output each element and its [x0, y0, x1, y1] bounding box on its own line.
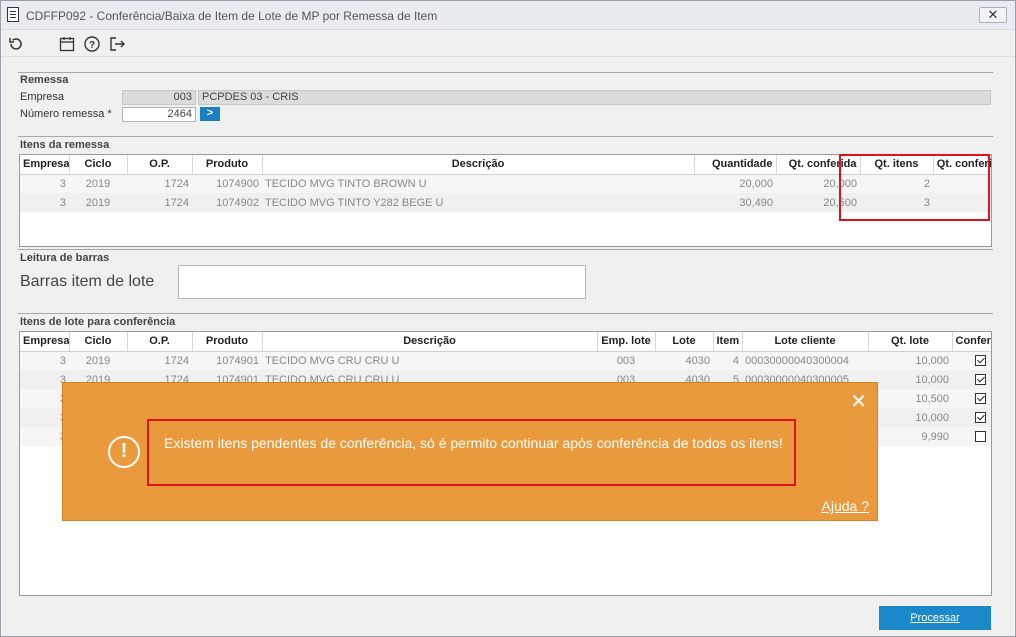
cell: 1724 [127, 351, 192, 370]
cell: 2019 [69, 351, 127, 370]
column-header[interactable]: Produto [192, 155, 263, 175]
barras-label: Barras item de lote [20, 273, 155, 290]
numero-remessa-input[interactable]: 2464 [122, 107, 196, 122]
cell: 3 [20, 174, 69, 193]
column-header[interactable]: Descrição [262, 155, 695, 175]
cell: 3 [20, 193, 69, 212]
divider [18, 72, 993, 73]
cell: TECIDO MVG CRU CRU U [262, 351, 597, 370]
window-title: CDFFP092 - Conferência/Baixa de Item de … [26, 9, 438, 23]
cell: TECIDO MVG TINTO Y282 BEGE U [262, 193, 694, 212]
toolbar: ? [1, 31, 1015, 57]
cell: TECIDO MVG TINTO BROWN U [262, 174, 694, 193]
calendar-icon[interactable] [58, 35, 76, 53]
column-header[interactable]: O.P. [127, 332, 193, 352]
cell: 00030000040300004 [742, 351, 868, 370]
title-bar: CDFFP092 - Conferência/Baixa de Item de … [1, 1, 1015, 30]
cell: 4030 [655, 351, 713, 370]
empresa-name-field: PCPDES 03 - CRIS [198, 90, 991, 105]
column-header[interactable]: Emp. lote [597, 332, 656, 352]
section-title-itens-lote: Itens de lote para conferência [20, 316, 176, 328]
cell: 10,500 [868, 389, 952, 408]
svg-text:?: ? [89, 40, 95, 51]
cell: 1074901 [192, 351, 262, 370]
cell: 10,000 [868, 408, 952, 427]
window-close-button[interactable]: ✕ [979, 7, 1007, 23]
exclamation-icon: ! [108, 436, 140, 468]
cell: 9,990 [868, 427, 952, 446]
barras-input[interactable] [178, 265, 586, 299]
cell: 1724 [127, 193, 192, 212]
empresa-label: Empresa [20, 91, 65, 103]
cell: 4 [713, 351, 742, 370]
column-header[interactable]: Ciclo [69, 332, 128, 352]
divider [18, 313, 993, 314]
checkbox-unchecked-icon[interactable] [975, 431, 986, 443]
column-header[interactable]: Lote [655, 332, 714, 352]
column-header[interactable]: Qt. lote [868, 332, 953, 352]
section-title-leitura: Leitura de barras [20, 252, 110, 264]
cell: 1074902 [192, 193, 262, 212]
column-header[interactable]: Empresa [20, 155, 70, 175]
numero-remessa-label: Número remessa * [20, 108, 112, 120]
column-header[interactable]: Quantidade [694, 155, 777, 175]
process-button[interactable]: Processar [879, 606, 991, 630]
column-header[interactable]: O.P. [127, 155, 193, 175]
column-header[interactable]: Conferido [952, 332, 991, 352]
app-window: CDFFP092 - Conferência/Baixa de Item de … [0, 0, 1016, 637]
refresh-icon[interactable] [7, 35, 25, 53]
document-icon [7, 7, 19, 22]
divider [18, 249, 993, 250]
checkbox-checked-icon[interactable] [975, 374, 986, 386]
section-title-remessa: Remessa [20, 74, 69, 86]
column-header[interactable]: Item [713, 332, 743, 352]
cell: 10,000 [868, 351, 952, 370]
cell: 003 [597, 351, 655, 370]
cell: 3 [20, 351, 69, 370]
divider [18, 136, 993, 137]
cell: 1074900 [192, 174, 262, 193]
highlight-box [839, 154, 990, 221]
table-row[interactable]: 3 2019 1724 1074901 TECIDO MVG CRU CRU U 003 4… [20, 351, 991, 370]
cell: 10,000 [868, 370, 952, 389]
column-header[interactable]: Empresa [20, 332, 70, 352]
help-icon[interactable]: ? [83, 35, 101, 53]
search-remessa-button[interactable]: > [200, 107, 220, 121]
column-header[interactable]: Lote cliente [742, 332, 869, 352]
column-header[interactable]: Descrição [262, 332, 598, 352]
highlight-box [147, 419, 796, 486]
checkbox-checked-icon[interactable] [975, 355, 986, 367]
cell: 30,490 [694, 193, 776, 212]
conferido-checkbox[interactable] [952, 427, 991, 446]
cell: 2019 [69, 193, 127, 212]
checkbox-checked-icon[interactable] [975, 412, 986, 424]
help-link[interactable]: Ajuda ? [822, 498, 869, 514]
column-header[interactable]: Produto [192, 332, 263, 352]
conferido-checkbox[interactable] [952, 370, 991, 389]
conferido-checkbox[interactable] [952, 351, 991, 370]
column-header[interactable]: Ciclo [69, 155, 128, 175]
empresa-code-field: 003 [122, 90, 196, 105]
conferido-checkbox[interactable] [952, 408, 991, 427]
conferido-checkbox[interactable] [952, 389, 991, 408]
section-title-itens-remessa: Itens da remessa [20, 139, 110, 151]
close-icon[interactable]: ✕ [850, 389, 867, 414]
cell: 2019 [69, 174, 127, 193]
cell: 20,000 [694, 174, 776, 193]
checkbox-checked-icon[interactable] [975, 393, 986, 405]
exit-icon[interactable] [108, 35, 126, 53]
cell: 1724 [127, 174, 192, 193]
table-header-row: Empresa Ciclo O.P. Produto Descrição Emp… [20, 332, 991, 352]
